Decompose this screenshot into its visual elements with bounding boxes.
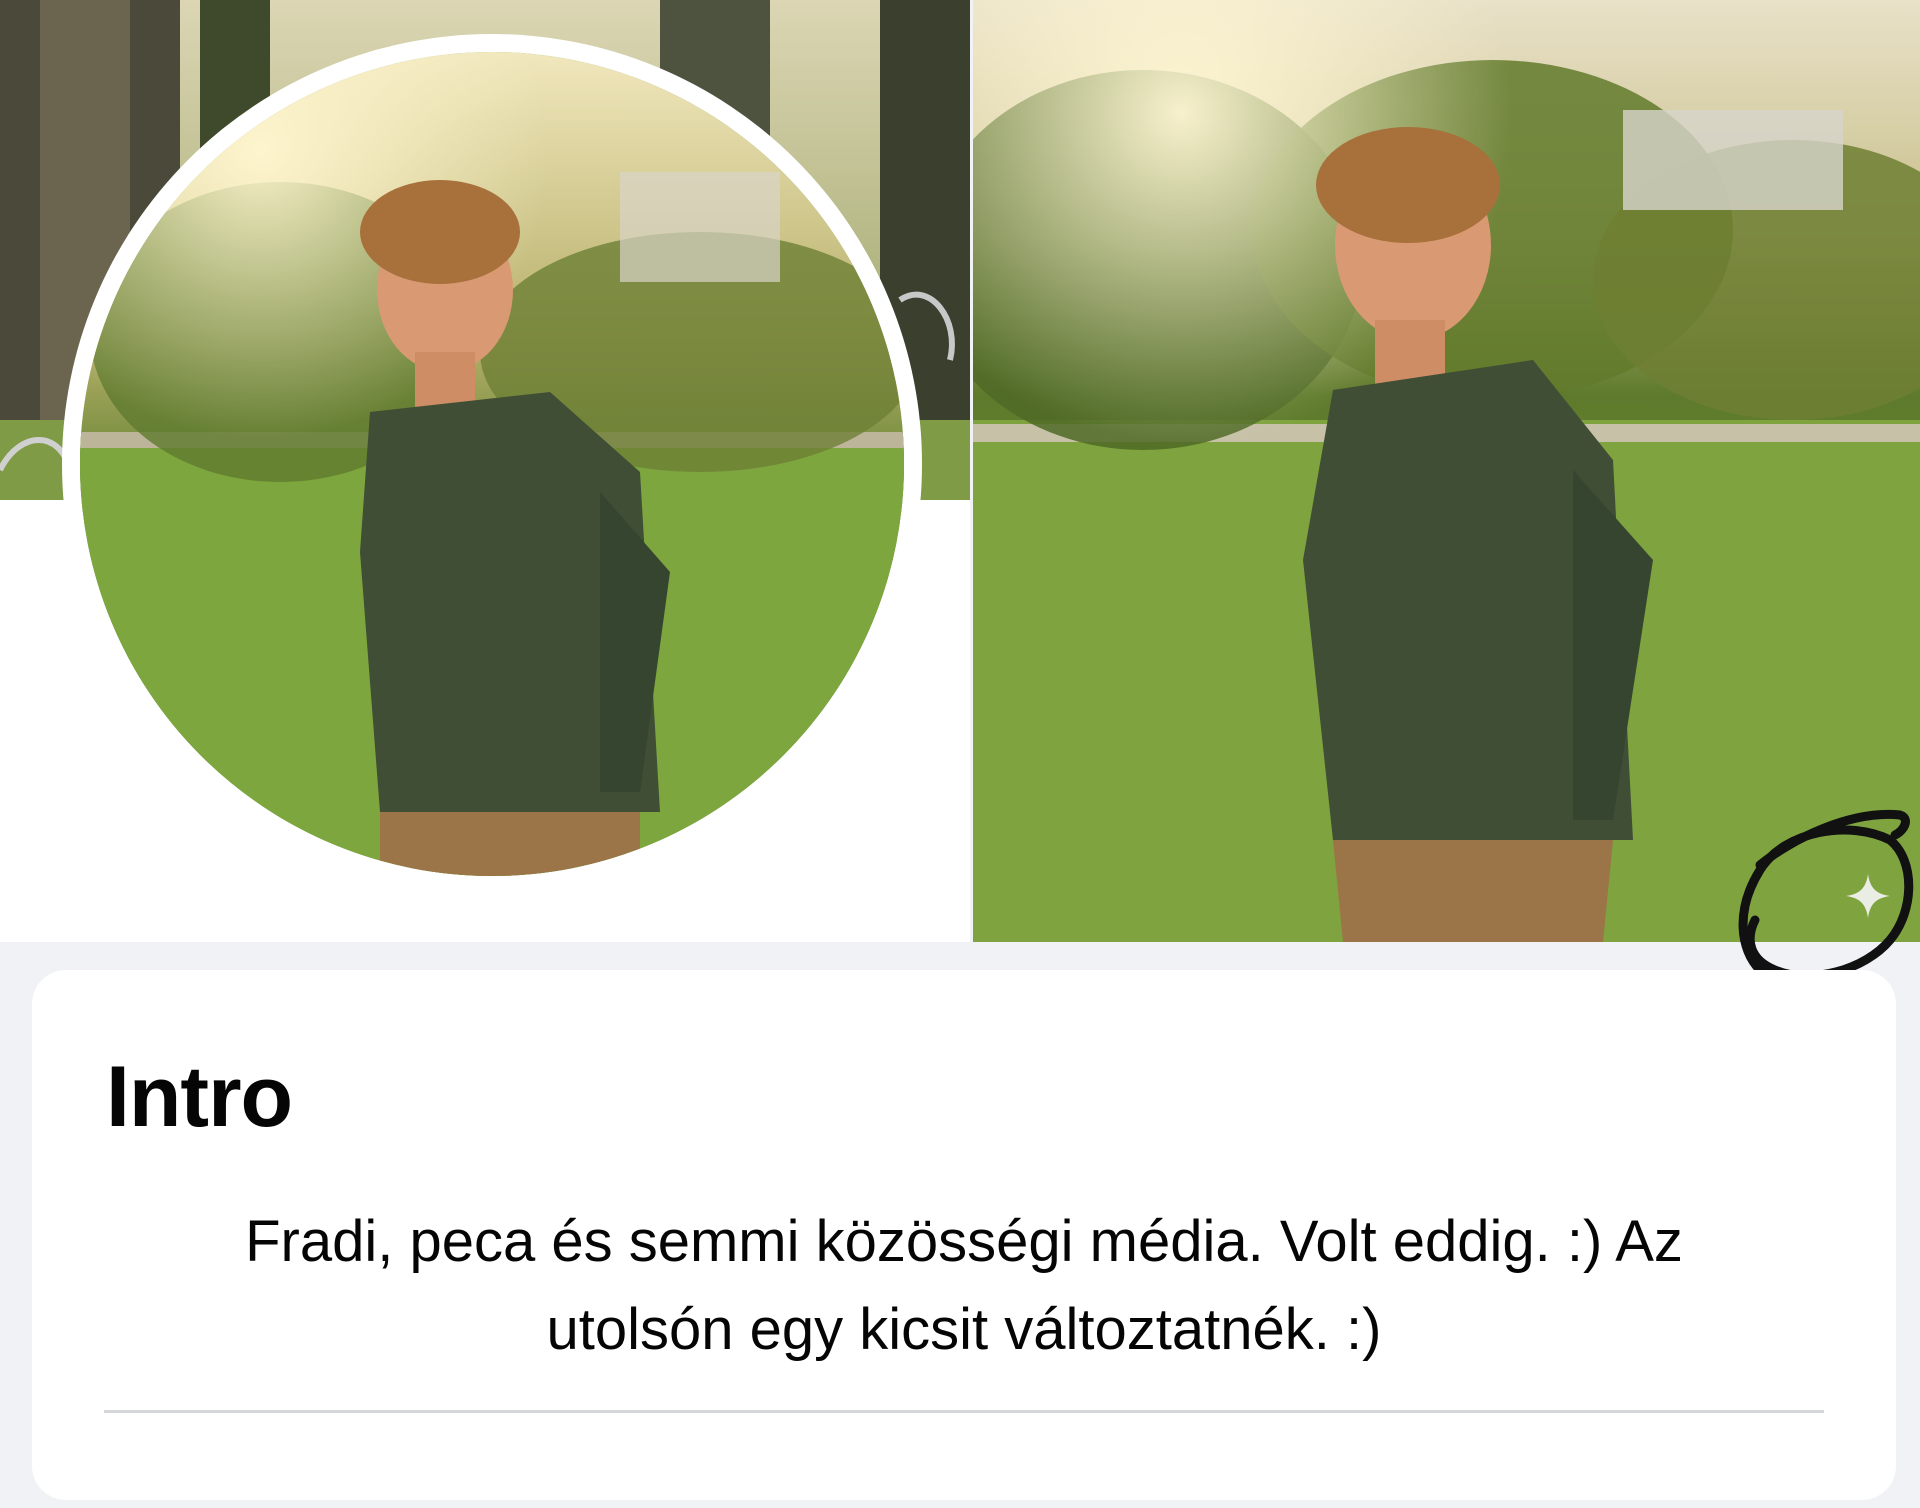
intro-card: Intro Fradi, peca és semmi közösségi méd… [32,970,1896,1500]
profile-header [0,0,970,942]
full-size-profile-photo[interactable] [973,0,1920,942]
intro-bio-line-1: Fradi, peca és semmi közösségi média. Vo… [245,1209,1683,1274]
intro-bio-line-2: utolsón egy kicsit változtatnék. :) [546,1297,1382,1362]
intro-title: Intro [106,1049,293,1145]
profile-picture[interactable] [80,52,904,876]
divider [104,1410,1824,1413]
intro-bio: Fradi, peca és semmi közösségi média. Vo… [92,1198,1836,1374]
profile-page: Intro Fradi, peca és semmi közösségi méd… [0,0,1920,1508]
sparkle-icon[interactable] [1842,870,1894,922]
